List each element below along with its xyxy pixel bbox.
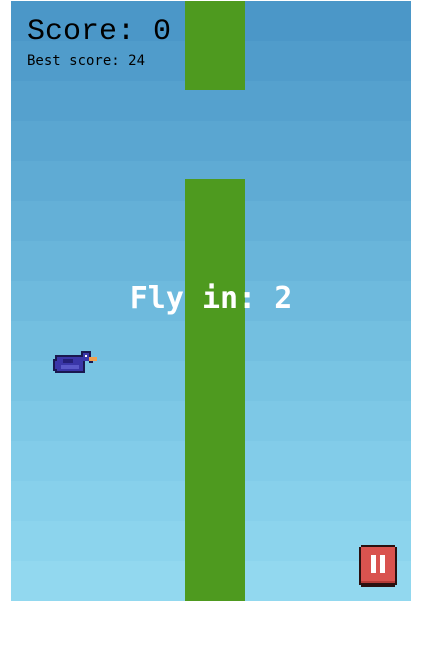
score-label: Score: 0 (27, 15, 172, 49)
pause-button[interactable] (359, 545, 397, 587)
pipe-bottom (185, 179, 245, 601)
pipe-top (185, 1, 245, 90)
bird-sprite (53, 351, 97, 373)
best-score-label: Best score: 24 (27, 53, 146, 69)
game-canvas[interactable]: Score: 0 Best score: 24 Fly in: 2 (11, 1, 411, 601)
countdown-text: Fly in: 2 (129, 281, 293, 316)
